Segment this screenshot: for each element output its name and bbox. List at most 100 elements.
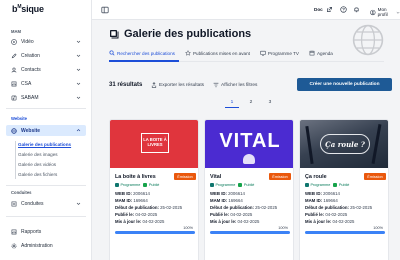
page-title: Galerie des publications [109,28,251,40]
profile-label: Mon profil [377,7,388,17]
card-title: La boite à livres [115,174,156,180]
help-icon[interactable] [340,6,347,13]
sidebar-item-conduites[interactable]: Conduites [6,198,86,209]
page-button-2[interactable]: 2 [244,97,258,108]
play-icon [11,38,17,45]
tab-label: Rechercher des publications [117,50,175,56]
tag-programme: Programme [210,183,235,187]
chevron-down-icon [76,54,81,57]
create-publication-button[interactable]: Créer une nouvelle publication [297,78,392,91]
tab-bar: Rechercher des publications Publications… [109,50,333,56]
card-tags: Programme Publié [210,183,254,187]
sidebar-toggle-icon[interactable] [101,6,109,14]
tab-mises-en-avant[interactable]: Publications mises en avant [184,50,250,56]
tab-label: Agenda [316,50,333,56]
card-thumbnail: VITAL [205,120,293,168]
section-label-website: Website [11,116,27,121]
globe-icon [11,127,17,134]
pagination: 1 2 3 [225,97,277,108]
tab-programme-tv[interactable]: Programme TV [260,50,299,56]
chevron-down-icon [76,202,81,205]
progress-label: 100% [183,226,193,230]
tag-label: Programme [120,183,141,187]
meta-debut: Début de publication: 25-02-2025 [210,205,277,210]
tab-agenda[interactable]: Agenda [309,50,333,56]
sidebar-item-csa[interactable]: CSA [6,78,86,89]
tag-programme: Programme [305,183,330,187]
sidebar-item-label: Rapports [21,228,42,235]
report-icon [11,229,17,235]
bell-icon[interactable] [353,6,360,13]
divider [6,108,86,109]
meta-label: Publié le: [115,212,135,217]
page-button-1[interactable]: 1 [225,97,239,108]
pen-icon [11,52,17,59]
meta-label: WEB ID: [305,191,322,196]
sidebar-item-sabam[interactable]: SABAM [6,92,86,103]
meta-mam-id: MAM ID: 169664 [210,198,243,203]
section-label-mam: MAM [11,29,22,34]
publication-card[interactable]: LA BOITE À LIVRES La boite à livres Émis… [109,119,199,260]
publication-card[interactable]: VITAL Vital Émission Programme Publié WE… [204,119,294,260]
sidebar-item-creation[interactable]: Création [6,50,86,61]
published-icon [143,183,148,187]
card-thumbnail: Ça roule ? [300,120,388,168]
meta-label: Mis à jour le: [210,219,237,224]
sidebar-subitem-galerie-videos[interactable]: Galerie des vidéos [18,162,56,167]
chart-icon [11,81,17,87]
meta-value: 04-02-2025 [142,219,165,224]
gear-icon [11,243,17,249]
star-icon [184,50,191,56]
sidebar-subitem-galerie-images[interactable]: Galerie des images [18,152,58,157]
tag-publie: Publié [333,183,349,187]
sidebar-item-video[interactable]: Vidéo [6,36,86,47]
export-results-link[interactable]: Exporter les résultats [151,82,204,88]
sidebar-item-contacts[interactable]: Contacts [6,64,86,75]
tab-label: Programme TV [267,50,299,56]
chevron-down-icon [76,96,81,99]
programme-icon [115,183,119,187]
published-icon [333,183,338,187]
meta-value: 25-02-2025 [255,205,278,210]
contacts-icon [11,67,17,73]
chevron-down-icon [76,40,81,43]
meta-publie: Publié le: 04-02-2025 [210,212,252,217]
progress-label: 100% [278,226,288,230]
meta-label: MAM ID: [115,198,133,203]
thumbnail-logo: Ça roule ? [320,134,370,154]
meta-label: Début de publication: [115,205,159,210]
app-logo[interactable]: bMsique [12,4,44,14]
meta-web-id: WEB ID: 2006614 [210,191,245,196]
page-button-3[interactable]: 3 [263,97,277,108]
external-link-icon[interactable] [326,6,333,13]
sidebar-item-website[interactable]: Website [6,125,86,136]
doc-link[interactable]: Doc [314,7,323,12]
show-filters-link[interactable]: Afficher les filtres [213,82,257,88]
sidebar-subitem-galerie-publications[interactable]: Galerie des publications [18,142,71,147]
tree-silhouette [371,124,382,164]
sidebar-item-administration[interactable]: Administration [6,240,86,251]
section-label-conduites: Conduites [11,190,32,195]
meta-label: MAM ID: [305,198,323,203]
meta-label: MAM ID: [210,198,228,203]
card-tags: Programme Publié [305,183,349,187]
tab-rechercher[interactable]: Rechercher des publications [109,50,175,56]
music-icon [11,95,17,101]
meta-value: 04-02-2025 [332,219,355,224]
publication-card[interactable]: Ça roule ? Ça roule Émission Programme P… [299,119,389,260]
progress-fill [115,231,195,234]
meta-mam-id: MAM ID: 169664 [305,198,338,203]
chevron-down-icon [396,11,400,14]
progress-bar [210,231,290,234]
mascot-shape [243,154,255,164]
chevron-up-icon [76,129,81,132]
tab-label: Publications mises en avant [192,50,250,56]
divider [6,216,86,217]
sidebar-item-rapports[interactable]: Rapports [6,226,86,237]
profile-menu[interactable]: Mon profil [370,7,400,17]
sidebar-subitem-galerie-fichiers[interactable]: Galerie des fichiers [18,172,57,177]
submenu-guide [15,141,16,179]
page-title-text: Galerie des publications [124,28,252,40]
meta-value: 04-02-2025 [237,219,260,224]
meta-debut: Début de publication: 25-02-2025 [305,205,372,210]
